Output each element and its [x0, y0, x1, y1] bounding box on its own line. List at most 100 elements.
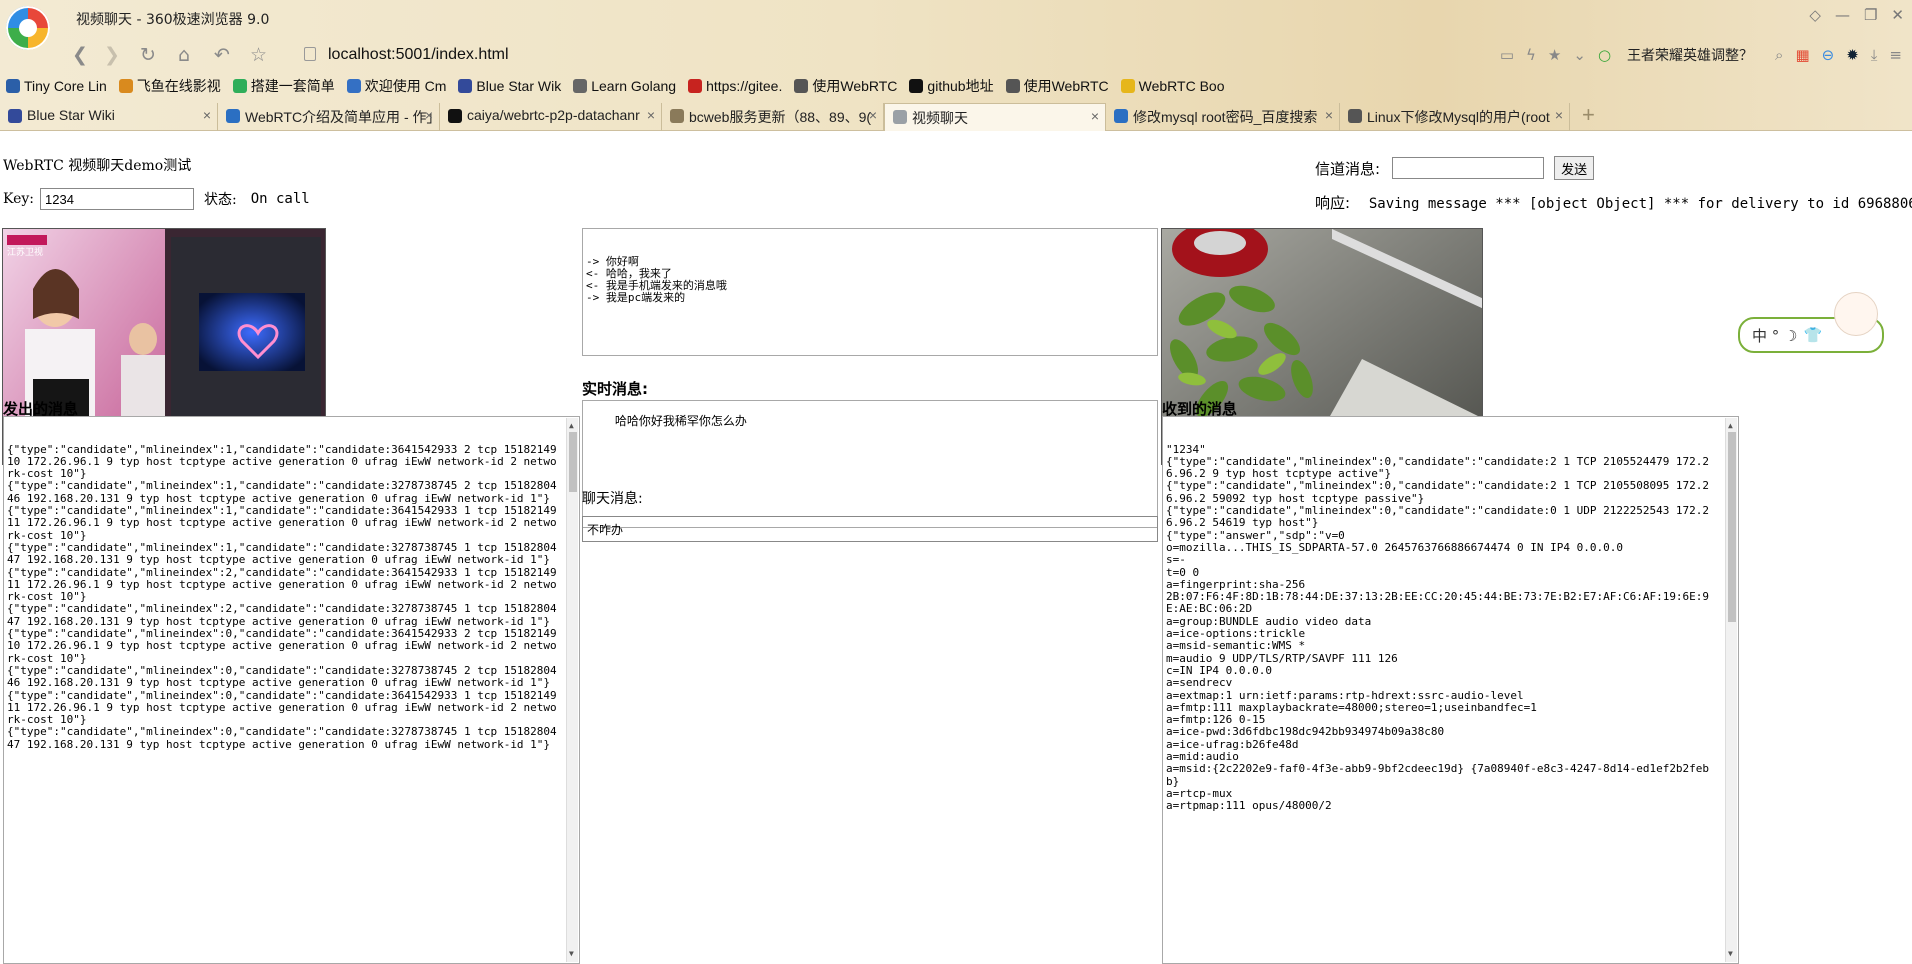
tab-favicon-icon	[670, 109, 684, 123]
scroll-thumb[interactable]	[1728, 432, 1736, 622]
browser-tab[interactable]: Blue Star Wiki ×	[0, 103, 218, 131]
bookmark-item[interactable]: Tiny Core Lin	[0, 78, 113, 94]
tab-close-icon[interactable]: ×	[1555, 107, 1563, 123]
tab-close-icon[interactable]: ×	[203, 107, 211, 123]
tab-close-icon[interactable]: ×	[1325, 107, 1333, 123]
chat-label: 聊天消息:	[582, 491, 643, 507]
channel-label: 信道消息:	[1315, 159, 1381, 178]
realtime-textarea[interactable]: 哈哈你好我稀罕你怎么办	[582, 400, 1158, 528]
received-message-line: a=msid:{2c2202e9-faf0-4f3e-abb9-9bf2cdee…	[1166, 762, 1710, 788]
browser-tab[interactable]: 视频聊天 ×	[884, 103, 1106, 131]
tab-close-icon[interactable]: ×	[647, 107, 655, 123]
window-controls: ◇ — ❐ ✕	[1809, 6, 1904, 24]
bookmark-item[interactable]: Blue Star Wik	[452, 78, 567, 94]
bookmark-item[interactable]: 使用WebRTC	[1000, 76, 1115, 96]
favorite-star-icon[interactable]: ☆	[250, 44, 267, 66]
search-engine-icon: ○	[1597, 46, 1612, 64]
sent-message-line: {"type":"candidate","mlineindex":1,"cand…	[7, 479, 557, 505]
close-window-button[interactable]: ✕	[1891, 6, 1904, 24]
bookmark-item[interactable]: 飞鱼在线影视	[113, 76, 227, 96]
dropdown-chevron-icon[interactable]: ⌄	[1573, 46, 1586, 64]
tab-favicon-icon	[448, 109, 462, 123]
window-title: 视频聊天 - 360极速浏览器 9.0	[76, 12, 270, 28]
tab-close-icon[interactable]: ×	[1091, 108, 1099, 124]
received-message-line: {"type":"candidate","mlineindex":0,"cand…	[1166, 479, 1710, 505]
bookmark-item[interactable]: github地址	[903, 76, 999, 96]
tab-close-icon[interactable]: ×	[425, 107, 433, 123]
shirt-icon: 👕	[1803, 326, 1823, 344]
chat-log-textarea[interactable]: -> 你好啊 <- 哈哈，我来了 <- 我是手机端发来的消息哦 -> 我是pc端发来的	[582, 228, 1158, 356]
chat-input[interactable]: 不咋办	[582, 516, 1158, 542]
browser-tab[interactable]: WebRTC介绍及简单应用 - 作」 ×	[218, 103, 440, 131]
back-icon[interactable]: ❮	[72, 44, 88, 66]
received-messages-textarea[interactable]: "1234" {"type":"candidate","mlineindex":0…	[1162, 416, 1739, 964]
bookmark-item[interactable]: https://gitee.	[682, 78, 788, 94]
bookmark-label: Tiny Core Lin	[24, 78, 107, 94]
received-message-line: c=IN IP4 0.0.0.0	[1166, 663, 1272, 677]
scroll-thumb[interactable]	[569, 432, 577, 492]
status-value: On call	[250, 191, 310, 207]
browser-tab[interactable]: Linux下修改Mysql的用户(root ×	[1340, 103, 1570, 131]
camera-icon[interactable]: ▭	[1500, 46, 1514, 64]
bookmark-label: https://gitee.	[706, 78, 783, 94]
scroll-down-icon[interactable]: ▼	[1728, 948, 1733, 960]
browser-tab[interactable]: caiya/webrtc-p2p-datachanr ×	[440, 103, 662, 131]
received-message-line: {"type":"candidate","mlineindex":0,"cand…	[1166, 454, 1710, 481]
key-input[interactable]	[40, 188, 194, 210]
bookmark-favicon-icon	[688, 79, 703, 93]
bookmark-favicon-icon	[909, 79, 924, 93]
bookmark-item[interactable]: WebRTC Boo	[1115, 78, 1231, 94]
bookmark-item[interactable]: 搭建一套简单	[227, 76, 341, 96]
send-button[interactable]: 发送	[1554, 156, 1595, 180]
restore-button[interactable]: ❐	[1864, 6, 1877, 24]
minimize-button[interactable]: —	[1835, 6, 1850, 24]
response-value: Saving message *** [object Object] *** f…	[1368, 196, 1912, 212]
bookmark-label: github地址	[927, 78, 994, 94]
tab-label: 视频聊天	[912, 110, 968, 126]
bookmark-item[interactable]: 欢迎使用 Cm	[341, 76, 453, 96]
browser-tab[interactable]: bcweb服务更新（88、89、9(×	[662, 103, 884, 131]
search-promo-text[interactable]: 王者荣耀英雄调整？	[1627, 45, 1753, 65]
sent-scrollbar[interactable]: ▲ ▼	[566, 418, 578, 962]
apps-grid-icon[interactable]: ▦	[1795, 46, 1809, 64]
floating-ime-widget[interactable]: 中 ° ☽ 👕	[1738, 292, 1886, 354]
url-text[interactable]: localhost:5001/index.html	[328, 46, 509, 64]
tab-label: Blue Star Wiki	[27, 107, 115, 123]
bookmark-star-icon[interactable]: ★	[1548, 46, 1561, 64]
address-bar[interactable]: localhost:5001/index.html	[296, 43, 1396, 69]
forward-icon[interactable]: ❯	[104, 44, 120, 66]
lightning-icon[interactable]: ϟ	[1526, 46, 1536, 64]
received-scrollbar[interactable]: ▲ ▼	[1725, 418, 1737, 962]
skin-icon[interactable]: ◇	[1809, 6, 1821, 24]
undo-close-icon[interactable]: ↶	[214, 44, 230, 66]
sent-message-line: {"type":"candidate","mlineindex":2,"cand…	[7, 565, 557, 604]
tab-close-icon[interactable]: ×	[869, 107, 877, 123]
sent-messages-textarea[interactable]: {"type":"candidate","mlineindex":1,"cand…	[3, 416, 580, 964]
channel-input[interactable]	[1392, 157, 1545, 179]
realtime-label: 实时消息:	[582, 380, 648, 398]
minus-circle-icon[interactable]: ⊖	[1822, 46, 1835, 64]
received-message-line: a=ice-pwd:3d6fdbc198dc942bb934974b09a38c…	[1166, 725, 1445, 739]
tab-label: bcweb服务更新（88、89、9(	[689, 109, 872, 125]
sent-message-line: {"type":"candidate","mlineindex":0,"cand…	[7, 627, 557, 665]
bookmark-label: 欢迎使用 Cm	[364, 78, 447, 94]
home-icon[interactable]: ⌂	[178, 44, 190, 66]
bookmark-item[interactable]: Learn Golang	[567, 78, 682, 94]
response-label: 响应:	[1315, 194, 1351, 212]
settings-sun-icon[interactable]: ✹	[1846, 46, 1859, 64]
search-icon[interactable]: ⌕	[1775, 46, 1783, 64]
page-info-icon[interactable]	[304, 47, 316, 61]
bookmark-item[interactable]: 使用WebRTC	[788, 76, 903, 96]
bookmark-favicon-icon	[573, 79, 588, 93]
tab-favicon-icon	[226, 109, 240, 123]
browser-tab[interactable]: 修改mysql root密码_百度搜索 ×	[1106, 103, 1340, 131]
page-content: WebRTC 视频聊天demo测试 Key: 状态: On call 信道消息:…	[0, 132, 1912, 964]
reload-icon[interactable]: ↻	[140, 44, 156, 66]
scroll-up-icon[interactable]: ▲	[569, 420, 574, 432]
tab-label: 修改mysql root密码_百度搜索	[1133, 109, 1318, 125]
download-icon[interactable]: ⤓	[1871, 46, 1878, 64]
menu-icon[interactable]: ≡	[1889, 46, 1902, 64]
scroll-down-icon[interactable]: ▼	[569, 948, 574, 960]
new-tab-button[interactable]: +	[1582, 102, 1595, 131]
scroll-up-icon[interactable]: ▲	[1728, 420, 1733, 432]
